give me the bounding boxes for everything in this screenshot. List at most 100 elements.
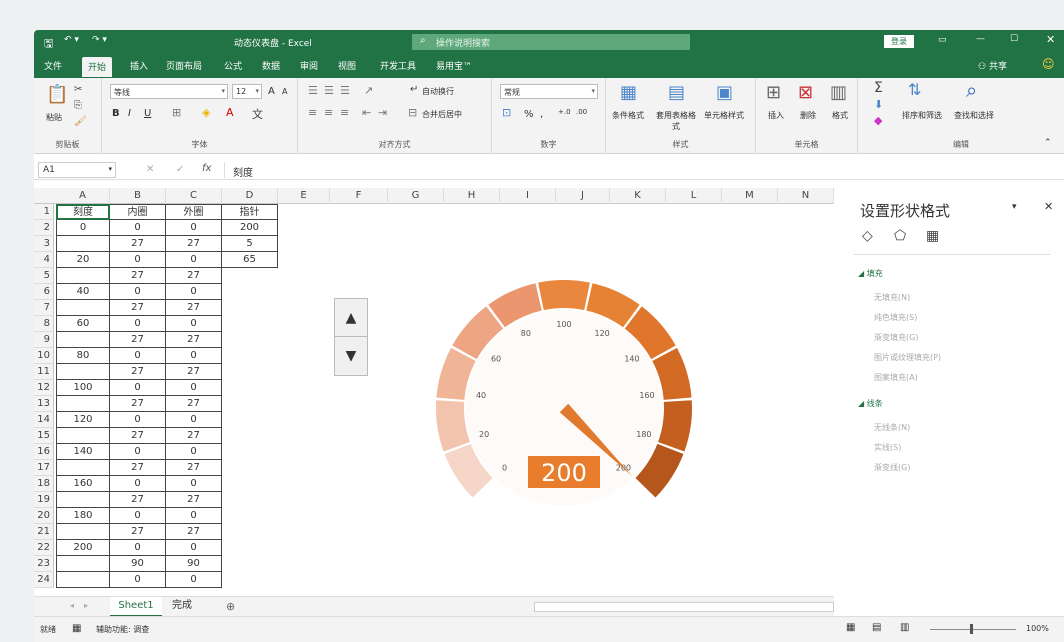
cell-A24[interactable] [56, 572, 110, 588]
row-header-15[interactable]: 15 [34, 428, 54, 444]
grow-font-button[interactable]: A [268, 86, 275, 97]
pane-option[interactable]: 无填充(N) [874, 292, 910, 303]
cell-C12[interactable]: 0 [166, 380, 222, 396]
column-header-A[interactable]: A [56, 188, 110, 204]
row-header-2[interactable]: 2 [34, 220, 54, 236]
wrap-text-button[interactable]: 自动换行 [422, 86, 454, 97]
formula-input[interactable]: 刻度 [224, 162, 1054, 179]
row-header-6[interactable]: 6 [34, 284, 54, 300]
cell-C8[interactable]: 0 [166, 316, 222, 332]
row-header-13[interactable]: 13 [34, 396, 54, 412]
cell-B4[interactable]: 0 [110, 252, 166, 268]
format-cells-icon[interactable]: ▥ [830, 82, 847, 103]
tab-review[interactable]: 审阅 [300, 59, 318, 72]
align-top-icon[interactable]: ☰ [308, 84, 318, 97]
cell-B21[interactable]: 27 [110, 524, 166, 540]
cell-A14[interactable]: 120 [56, 412, 110, 428]
decrease-decimal-button[interactable]: .00 [576, 108, 587, 116]
zoom-slider[interactable] [930, 629, 1016, 630]
cell-A10[interactable]: 80 [56, 348, 110, 364]
find-select-button[interactable]: 查找和选择 [954, 110, 994, 121]
delete-cells-button[interactable]: 删除 [800, 110, 816, 121]
cell-A2[interactable]: 0 [56, 220, 110, 236]
cell-B7[interactable]: 27 [110, 300, 166, 316]
page-layout-view-icon[interactable]: ▤ [872, 622, 881, 633]
cell-C14[interactable]: 0 [166, 412, 222, 428]
cell-A21[interactable] [56, 524, 110, 540]
tab-view[interactable]: 视图 [338, 59, 356, 72]
conditional-format-button[interactable]: 条件格式 [612, 110, 644, 121]
column-header-E[interactable]: E [278, 188, 330, 204]
find-select-icon[interactable]: ⌕ [966, 78, 977, 102]
cell-A12[interactable]: 100 [56, 380, 110, 396]
cell-B15[interactable]: 27 [110, 428, 166, 444]
accessibility-status[interactable]: 辅助功能: 调查 [96, 624, 149, 635]
cell-C16[interactable]: 0 [166, 444, 222, 460]
search-box[interactable]: ⌕ 操作说明搜索 [412, 34, 690, 50]
save-icon[interactable]: 🖫 [44, 35, 53, 54]
accounting-icon[interactable]: ⊡ [502, 106, 511, 119]
align-right-icon[interactable]: ≡ [340, 106, 349, 119]
cell-B14[interactable]: 0 [110, 412, 166, 428]
cell-C17[interactable]: 27 [166, 460, 222, 476]
cell-A5[interactable] [56, 268, 110, 284]
column-header-G[interactable]: G [388, 188, 444, 204]
cell-styles-button[interactable]: 单元格样式 [704, 110, 744, 121]
column-header-C[interactable]: C [166, 188, 222, 204]
underline-button[interactable]: U [144, 108, 151, 119]
redo-icon[interactable]: ↷ ▾ [92, 35, 107, 45]
pane-option[interactable]: 实线(S) [874, 442, 901, 453]
row-header-1[interactable]: 1 [34, 204, 54, 220]
merge-icon[interactable]: ⊟ [408, 106, 417, 119]
tab-page-layout[interactable]: 页面布局 [166, 59, 202, 72]
align-middle-icon[interactable]: ☰ [324, 84, 334, 97]
wrap-text-icon[interactable]: ↵ [410, 84, 418, 95]
cut-icon[interactable]: ✂ [74, 84, 82, 95]
row-header-23[interactable]: 23 [34, 556, 54, 572]
cell-B5[interactable]: 27 [110, 268, 166, 284]
zoom-thumb[interactable] [970, 624, 973, 634]
column-header-D[interactable]: D [222, 188, 278, 204]
orientation-icon[interactable]: ↗ [364, 84, 373, 97]
collapse-ribbon-icon[interactable]: ⌃ [1044, 138, 1052, 148]
cell-C2[interactable]: 0 [166, 220, 222, 236]
number-format-combo[interactable]: 常规 ▾ [500, 84, 598, 99]
paste-icon[interactable]: 📋 [46, 84, 68, 105]
spin-down-button[interactable]: ▼ [335, 337, 367, 375]
cell-A17[interactable] [56, 460, 110, 476]
cell-C1[interactable]: 外圈 [166, 204, 222, 220]
row-header-24[interactable]: 24 [34, 572, 54, 588]
cell-B17[interactable]: 27 [110, 460, 166, 476]
fill-color-icon[interactable]: ◈ [202, 106, 210, 119]
cell-A4[interactable]: 20 [56, 252, 110, 268]
row-header-22[interactable]: 22 [34, 540, 54, 556]
format-cells-button[interactable]: 格式 [832, 110, 848, 121]
tab-formulas[interactable]: 公式 [224, 59, 242, 72]
column-header-H[interactable]: H [444, 188, 500, 204]
cell-C18[interactable]: 0 [166, 476, 222, 492]
sheet-tab-sheet1[interactable]: Sheet1 [110, 597, 162, 617]
comma-button[interactable]: , [540, 109, 543, 120]
tab-file[interactable]: 文件 [44, 59, 62, 72]
column-header-N[interactable]: N [778, 188, 834, 204]
cell-B11[interactable]: 27 [110, 364, 166, 380]
phonetic-icon[interactable]: 文 [252, 106, 263, 122]
pane-options-icon[interactable]: ▾ [1012, 202, 1017, 212]
outdent-icon[interactable]: ⇥ [378, 106, 387, 119]
row-header-4[interactable]: 4 [34, 252, 54, 268]
insert-function-icon[interactable]: fx [202, 163, 211, 174]
column-header-L[interactable]: L [666, 188, 722, 204]
enter-icon[interactable]: ✓ [176, 164, 184, 175]
row-header-17[interactable]: 17 [34, 460, 54, 476]
cancel-icon[interactable]: ✕ [146, 164, 154, 175]
align-bottom-icon[interactable]: ☰ [340, 84, 350, 97]
name-box[interactable]: A1 ▾ [38, 162, 116, 178]
autosum-icon[interactable]: Σ [874, 80, 883, 96]
cell-D3[interactable]: 5 [222, 236, 278, 252]
cell-B1[interactable]: 内圈 [110, 204, 166, 220]
pane-option[interactable]: 图案填充(A) [874, 372, 918, 383]
size-properties-icon[interactable]: ▦ [926, 228, 939, 244]
cell-C10[interactable]: 0 [166, 348, 222, 364]
macro-record-icon[interactable]: ▦ [72, 623, 81, 634]
cell-C7[interactable]: 27 [166, 300, 222, 316]
